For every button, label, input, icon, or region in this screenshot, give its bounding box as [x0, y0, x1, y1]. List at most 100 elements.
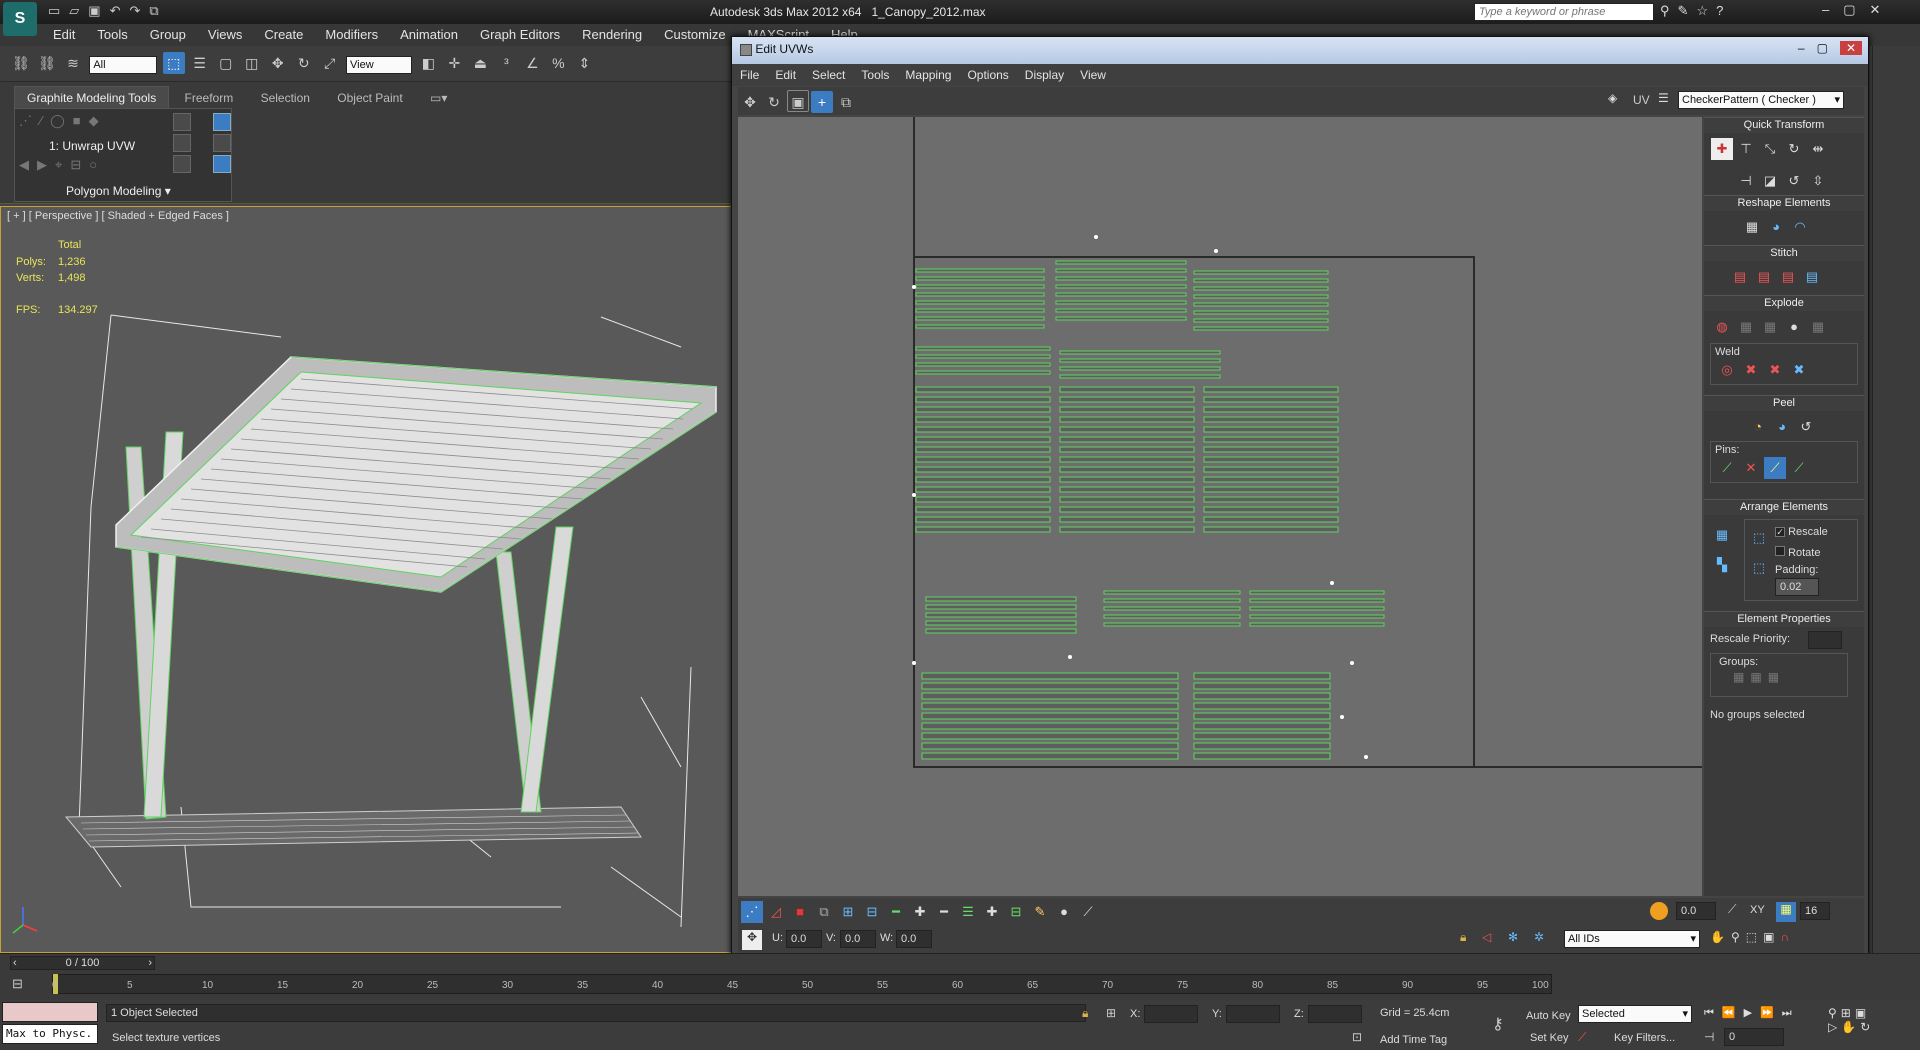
menu-tools[interactable]: Tools: [86, 24, 138, 45]
perspective-viewport[interactable]: [ + ] [ Perspective ] [ Shaded + Edged F…: [0, 206, 735, 953]
uv-shell[interactable]: [1055, 292, 1187, 297]
uv-shell[interactable]: [915, 362, 1051, 367]
uv-shell[interactable]: [921, 682, 1179, 690]
loop-icon[interactable]: ━: [885, 901, 907, 923]
uv-shell[interactable]: [921, 752, 1179, 760]
uv-shell[interactable]: [1193, 752, 1331, 760]
prev-modifier-icon[interactable]: ◀: [19, 157, 37, 172]
snap-icon[interactable]: ∩: [1780, 930, 1795, 944]
uv-shell[interactable]: [915, 416, 1051, 423]
uv-shell[interactable]: [1203, 486, 1339, 493]
uv-shell[interactable]: [915, 354, 1051, 359]
uv-shell[interactable]: [1055, 308, 1187, 313]
align-horizontal-icon[interactable]: ⊣: [1735, 170, 1757, 192]
uv-shell[interactable]: [1193, 318, 1329, 323]
uv-vertex[interactable]: [1094, 235, 1098, 239]
remove-modifier-icon[interactable]: ○: [89, 157, 105, 172]
uv-shell[interactable]: [1203, 446, 1339, 453]
explode-sphere-icon[interactable]: ●: [1783, 316, 1805, 338]
pack-together-icon[interactable]: ⬚: [1748, 527, 1770, 549]
uv-shell[interactable]: [1059, 386, 1195, 393]
straighten-selection-icon[interactable]: ▦: [1741, 216, 1763, 238]
pivot-center-icon[interactable]: ◧: [417, 52, 439, 74]
uv-shell[interactable]: [1193, 270, 1329, 275]
uv-vertex[interactable]: [1214, 249, 1218, 253]
selection-filter-dropdown[interactable]: All: [89, 55, 158, 74]
uv-shell[interactable]: [1193, 722, 1331, 730]
uv-shell[interactable]: [925, 596, 1077, 602]
key-filters-button[interactable]: Key Filters...: [1614, 1032, 1675, 1044]
reset-peel-icon[interactable]: ↺: [1795, 416, 1817, 438]
uv-shell[interactable]: [915, 446, 1051, 453]
uvw-menu-tools[interactable]: Tools: [853, 64, 897, 86]
ribbon-blue-btn-3[interactable]: [213, 155, 231, 173]
mini-curve-toggle-icon[interactable]: ⊟: [12, 976, 23, 992]
uv-shell[interactable]: [915, 268, 1045, 273]
uv-shell[interactable]: [1059, 406, 1195, 413]
default-in-out-tangent-icon[interactable]: ⟋: [1578, 1030, 1586, 1045]
stitch-header[interactable]: Stitch: [1704, 245, 1864, 261]
uv-shell[interactable]: [915, 346, 1051, 351]
save-icon[interactable]: ▣: [88, 3, 109, 18]
set-key-icon[interactable]: ⚷: [1492, 1014, 1504, 1034]
uv-space-label[interactable]: UV: [1633, 93, 1650, 107]
vertex-mode-icon[interactable]: ⋰: [19, 113, 40, 128]
uv-shell[interactable]: [1059, 446, 1195, 453]
pan-view-icon[interactable]: ✋: [1841, 1020, 1860, 1034]
select-manipulate-icon[interactable]: ✛: [443, 52, 465, 74]
uv-mirror-icon[interactable]: ⧉: [835, 91, 857, 113]
maxscript-listener[interactable]: [2, 1002, 98, 1022]
uv-shell[interactable]: [921, 712, 1179, 720]
uvw-menu-display[interactable]: Display: [1017, 64, 1072, 86]
selection-lock-icon[interactable]: 🔒︎: [1082, 1006, 1088, 1021]
edge-loop-icon[interactable]: ⊟: [1005, 901, 1027, 923]
align-diagonal-icon[interactable]: ⤡: [1759, 138, 1781, 160]
uv-shell[interactable]: [915, 426, 1051, 433]
zoom-region-icon[interactable]: ⬚: [1746, 930, 1763, 944]
uv-shell[interactable]: [1193, 326, 1329, 331]
explode-other-icon[interactable]: ▦: [1807, 316, 1829, 338]
undo-icon[interactable]: ↶: [110, 3, 130, 18]
menu-customize[interactable]: Customize: [653, 24, 736, 45]
pin-stack-icon[interactable]: ⌖: [55, 157, 70, 172]
uv-shell[interactable]: [1203, 526, 1339, 533]
pack-custom-icon[interactable]: ▦: [1711, 524, 1733, 546]
next-modifier-icon[interactable]: ▶: [37, 157, 55, 172]
weld-selected-icon[interactable]: ✖: [1740, 359, 1762, 381]
freeze-icon[interactable]: ✻: [1508, 930, 1518, 944]
help-icon[interactable]: ?: [1716, 3, 1731, 18]
uv-shell[interactable]: [1059, 436, 1195, 443]
select-by-name-icon[interactable]: ☰: [189, 52, 211, 74]
rescale-priority-spinner[interactable]: [1808, 631, 1842, 649]
unpin-icon[interactable]: ✕: [1740, 457, 1762, 479]
reshape-elements-header[interactable]: Reshape Elements: [1704, 195, 1864, 211]
break-icon[interactable]: ◍: [1711, 316, 1733, 338]
menu-edit[interactable]: Edit: [42, 24, 86, 45]
binoculars-icon[interactable]: ⚲: [1660, 3, 1678, 18]
set-key-button[interactable]: Set Key: [1530, 1032, 1569, 1044]
go-to-end-icon[interactable]: ⏭: [1782, 1007, 1800, 1019]
key-mode-toggle-icon[interactable]: ⊣: [1704, 1030, 1714, 1044]
u-spinner[interactable]: 0.0: [786, 930, 822, 948]
tab-graphite-modeling-tools[interactable]: Graphite Modeling Tools: [14, 86, 170, 109]
uv-shell[interactable]: [1103, 622, 1241, 627]
relax-dome-icon[interactable]: ◠: [1789, 216, 1811, 238]
zoom-extents-all-icon[interactable]: ▣: [1855, 1006, 1870, 1020]
rect-selection-icon[interactable]: ▢: [215, 52, 237, 74]
uv-shell[interactable]: [1193, 692, 1331, 700]
time-tag-icon[interactable]: ⊡: [1352, 1030, 1362, 1044]
uv-shell[interactable]: [1055, 268, 1187, 273]
uv-shell[interactable]: [915, 496, 1051, 503]
minimize-icon[interactable]: –: [1822, 2, 1843, 17]
snap-3-icon[interactable]: ³: [495, 52, 517, 74]
polygon-modeling-label[interactable]: Polygon Modeling ▾: [66, 184, 171, 198]
xy-toggle[interactable]: XY: [1750, 904, 1765, 916]
falloff-icon[interactable]: ⟋: [1728, 902, 1736, 917]
border-mode-icon[interactable]: ◯: [50, 113, 73, 128]
texture-dropdown[interactable]: CheckerPattern ( Checker ) ▾: [1678, 91, 1844, 109]
y-coord-field[interactable]: [1226, 1005, 1280, 1023]
uv-shell[interactable]: [915, 276, 1045, 281]
paint-select-icon[interactable]: ✎: [1029, 901, 1051, 923]
rotate-minus-90-icon[interactable]: ↺: [1783, 170, 1805, 192]
tab-freeform[interactable]: Freeform: [173, 87, 246, 109]
